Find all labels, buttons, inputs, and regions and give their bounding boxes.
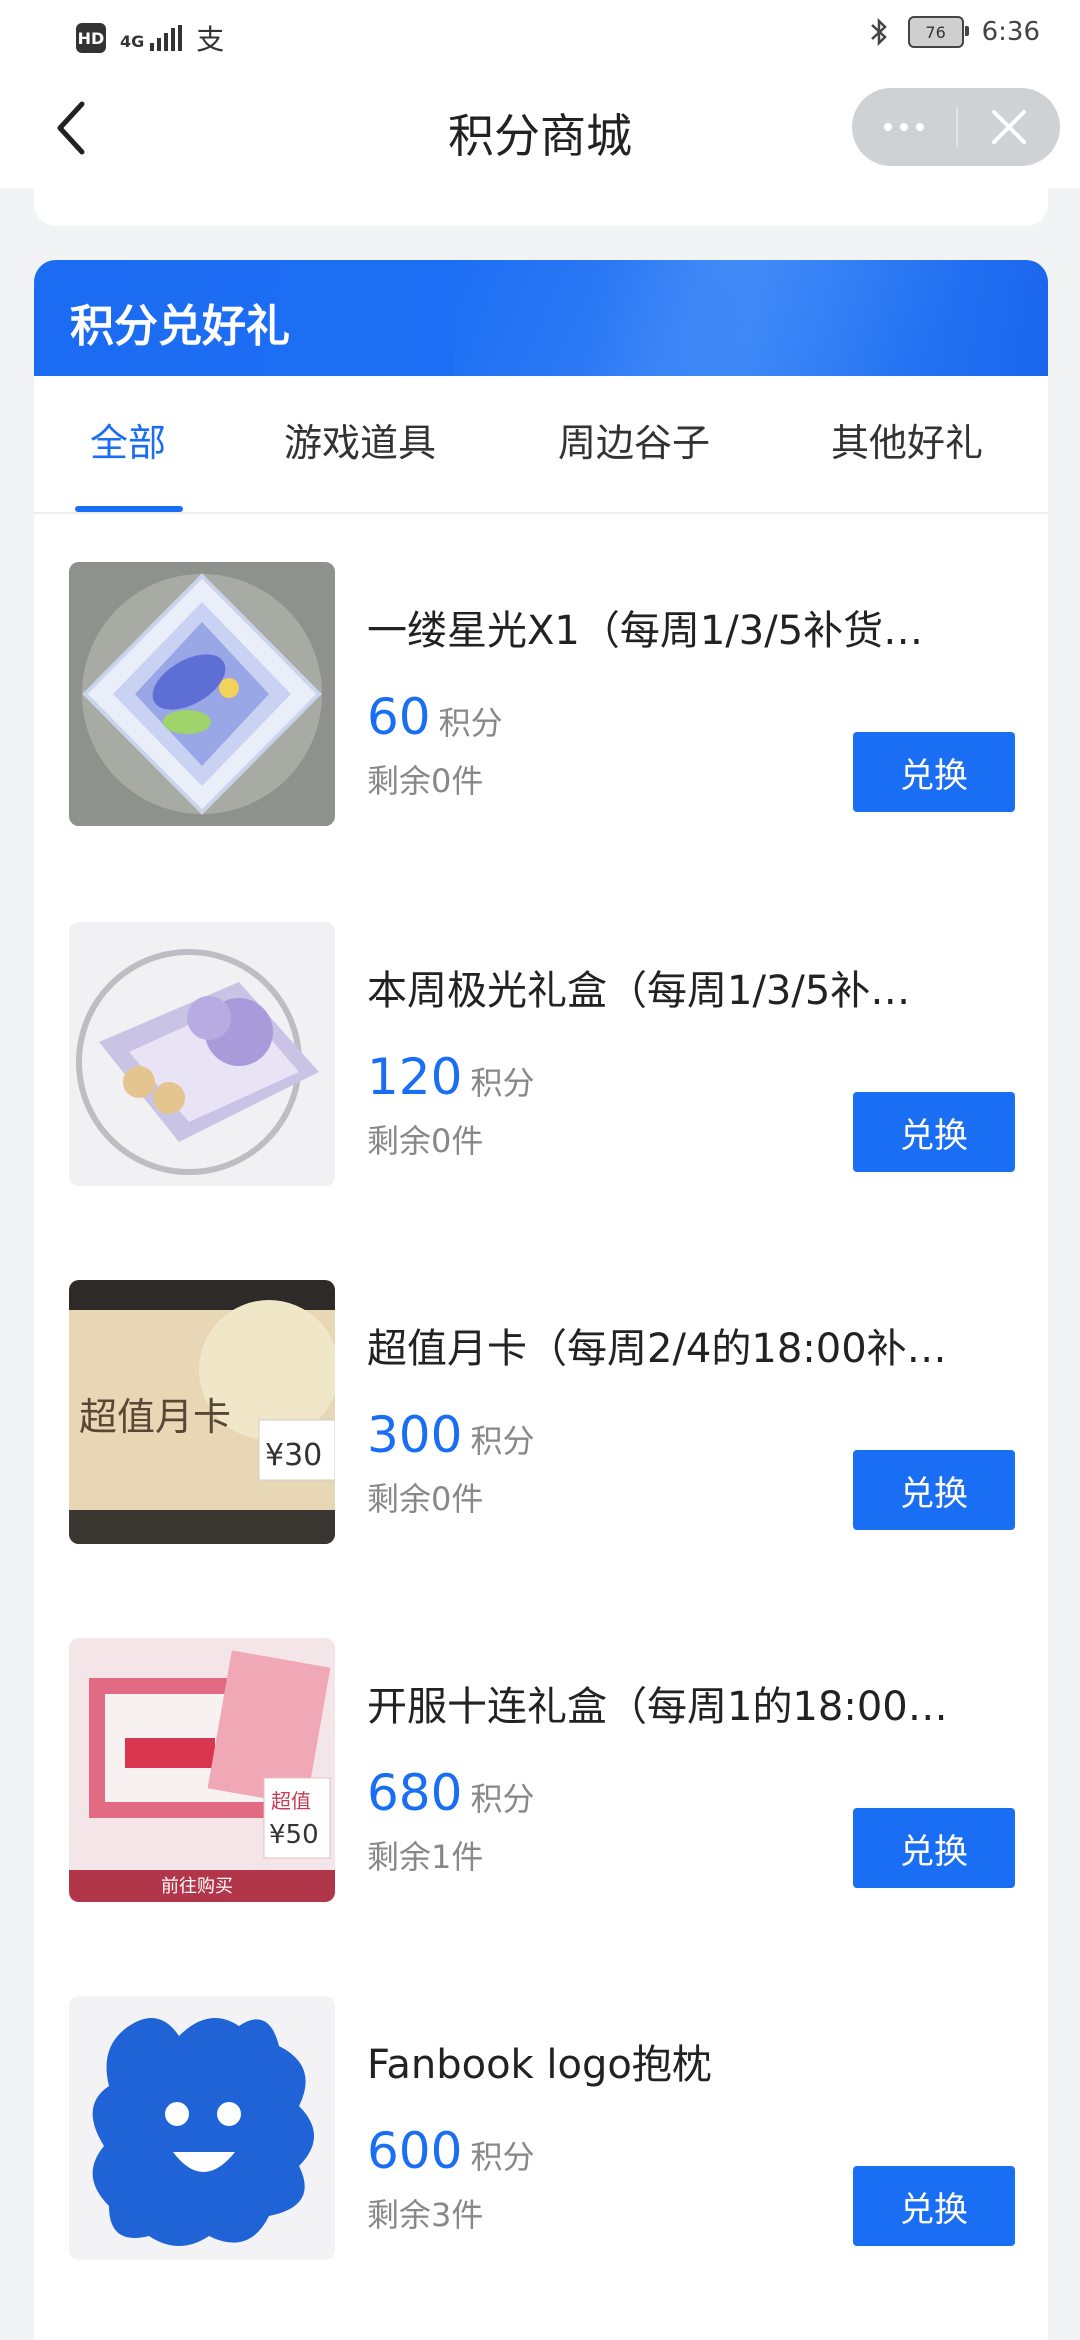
redeem-button[interactable]: 兑换 xyxy=(853,2166,1015,2246)
redeem-button[interactable]: 兑换 xyxy=(853,1450,1015,1530)
list-item[interactable]: 本周极光礼盒（每周1/3/5补… 120 积分 剩余0件 兑换 xyxy=(34,922,1048,1192)
stock-remaining: 剩余0件 xyxy=(367,1480,484,1518)
redeem-button[interactable]: 兑换 xyxy=(853,1808,1015,1888)
item-name: 超值月卡（每周2/4的18:00补… xyxy=(367,1326,947,1372)
list-item[interactable]: 一缕星光X1（每周1/3/5补货… 60 积分 剩余0件 兑换 xyxy=(34,562,1048,832)
signal-icon: 4G xyxy=(120,25,183,51)
points-value: 120 xyxy=(367,1048,463,1106)
gift-price-text: ¥50 xyxy=(269,1820,319,1850)
tab-all[interactable]: 全部 xyxy=(90,412,166,467)
crystal-icon xyxy=(69,562,335,826)
points-unit: 积分 xyxy=(470,1422,535,1460)
card-title-text: 超值月卡 xyxy=(79,1395,231,1439)
category-tabs: 全部 游戏道具 周边谷子 其他好礼 xyxy=(34,376,1048,514)
points-mall-panel: 积分兑好礼 全部 游戏道具 周边谷子 其他好礼 一缕星光X1（每周1/3/5补货… xyxy=(34,260,1048,2340)
item-name: 一缕星光X1（每周1/3/5补货… xyxy=(367,608,924,654)
item-price: 300 积分 xyxy=(367,1406,534,1464)
stock-remaining: 剩余0件 xyxy=(367,762,484,800)
points-value: 60 xyxy=(367,688,431,746)
points-value: 600 xyxy=(367,2122,463,2180)
more-dot xyxy=(884,123,892,131)
battery-level: 76 xyxy=(925,22,946,42)
tab-other-gifts[interactable]: 其他好礼 xyxy=(831,412,983,467)
list-item[interactable]: 超值月卡 ¥30 超值月卡（每周2/4的18:00补… 300 积分 剩余0件 … xyxy=(34,1280,1048,1550)
close-button[interactable] xyxy=(958,88,1060,166)
gift-label-text: 超值 xyxy=(271,1789,311,1813)
points-unit: 积分 xyxy=(470,1064,535,1102)
item-name: 本周极光礼盒（每周1/3/5补… xyxy=(367,968,911,1014)
item-price: 60 积分 xyxy=(367,688,503,746)
pillow-icon xyxy=(69,1996,335,2260)
bluetooth-icon xyxy=(870,17,887,47)
points-unit: 积分 xyxy=(470,2138,535,2176)
nav-bar: 积分商城 xyxy=(0,72,1080,188)
status-left: HD 4G 支 xyxy=(76,18,224,58)
hd-icon: HD xyxy=(76,23,106,53)
item-image-starlight xyxy=(69,562,335,826)
redeem-button[interactable]: 兑换 xyxy=(853,732,1015,812)
network-label: 4G xyxy=(120,32,145,51)
item-image-aurora-box xyxy=(69,922,335,1186)
points-unit: 积分 xyxy=(438,704,503,742)
points-value: 300 xyxy=(367,1406,463,1464)
more-dot xyxy=(916,123,924,131)
list-item[interactable]: 超值 ¥50 前往购买 开服十连礼盒（每周1的18:00… 680 积分 剩余1… xyxy=(34,1638,1048,1908)
item-image-monthly-card: 超值月卡 ¥30 xyxy=(69,1280,335,1544)
active-tab-indicator xyxy=(75,506,183,512)
more-dot xyxy=(900,123,908,131)
item-image-fanbook-pillow xyxy=(69,1996,335,2260)
section-header: 积分兑好礼 xyxy=(34,260,1048,376)
status-bar: HD 4G 支 76 6:36 xyxy=(0,0,1080,72)
item-name: Fanbook logo抱枕 xyxy=(367,2042,712,2088)
item-name: 开服十连礼盒（每周1的18:00… xyxy=(367,1684,948,1730)
section-title: 积分兑好礼 xyxy=(70,301,290,352)
pay-icon: 支 xyxy=(196,23,225,56)
status-right: 76 6:36 xyxy=(868,16,1040,48)
previous-card xyxy=(34,188,1048,226)
card-price-text: ¥30 xyxy=(265,1438,322,1473)
item-price: 120 积分 xyxy=(367,1048,534,1106)
redeem-button[interactable]: 兑换 xyxy=(853,1092,1015,1172)
monthly-card-image: 超值月卡 ¥30 xyxy=(69,1280,335,1544)
close-icon xyxy=(992,110,1026,144)
item-price: 680 积分 xyxy=(367,1764,534,1822)
list-item[interactable]: Fanbook logo抱枕 600 积分 剩余3件 兑换 xyxy=(34,1996,1048,2266)
more-button[interactable] xyxy=(852,88,956,166)
item-price: 600 积分 xyxy=(367,2122,534,2180)
tab-merch[interactable]: 周边谷子 xyxy=(558,412,710,467)
gift-box-icon xyxy=(69,922,335,1186)
gift-footer-text: 前往购买 xyxy=(161,1876,233,1897)
stock-remaining: 剩余0件 xyxy=(367,1122,484,1160)
gift-card-image: 超值 ¥50 前往购买 xyxy=(69,1638,335,1902)
stock-remaining: 剩余3件 xyxy=(367,2196,484,2234)
stock-remaining: 剩余1件 xyxy=(367,1838,484,1876)
item-image-ten-pull-box: 超值 ¥50 前往购买 xyxy=(69,1638,335,1902)
battery-icon: 76 xyxy=(907,16,969,48)
points-value: 680 xyxy=(367,1764,463,1822)
mini-program-capsule xyxy=(852,88,1060,166)
tab-game-items[interactable]: 游戏道具 xyxy=(284,412,436,467)
points-unit: 积分 xyxy=(470,1780,535,1818)
signal-bars-icon xyxy=(150,25,183,51)
clock: 6:36 xyxy=(981,17,1040,47)
